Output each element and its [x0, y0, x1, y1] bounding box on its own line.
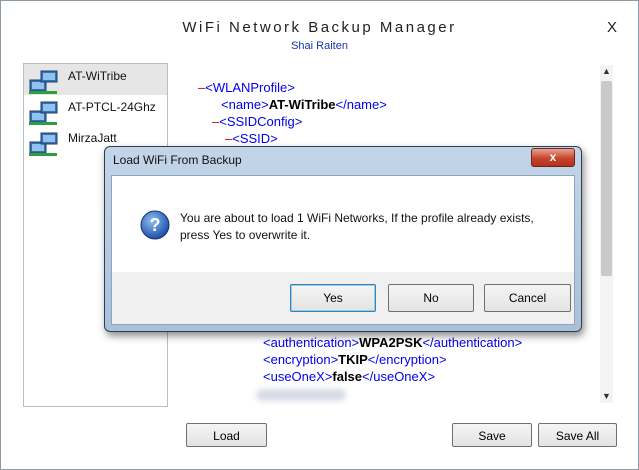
vertical-scrollbar[interactable]: ▲ ▼ [600, 65, 613, 403]
network-label: AT-WiTribe [68, 69, 127, 83]
network-computer-icon [29, 132, 58, 156]
network-item-at-ptcl-24ghz[interactable]: AT-PTCL-24Ghz [24, 95, 167, 126]
network-label: AT-PTCL-24Ghz [68, 100, 156, 114]
xml-tag: <useOneX> [263, 369, 333, 384]
dialog-body: ? You are about to load 1 WiFi Networks,… [111, 175, 575, 325]
dialog-message: You are about to load 1 WiFi Networks, I… [180, 211, 534, 242]
xml-tag: </useOneX> [362, 369, 436, 384]
load-button[interactable]: Load [186, 423, 267, 447]
xml-line: <useOneX>false</useOneX> [263, 369, 435, 384]
xml-tag: <SSIDConfig> [219, 114, 303, 129]
xml-text: TKIP [338, 352, 368, 367]
xml-tag: </authentication> [422, 335, 523, 350]
app-subtitle: Shai Raiten [291, 40, 348, 52]
xml-line: –<SSIDConfig> [212, 114, 302, 129]
scroll-thumb[interactable] [601, 81, 612, 276]
svg-text:?: ? [150, 215, 161, 235]
network-label: MirzaJatt [68, 131, 117, 145]
xml-text: false [332, 369, 363, 384]
xml-line: <authentication>WPA2PSK</authentication> [263, 335, 522, 350]
cancel-button[interactable]: Cancel [484, 284, 571, 312]
save-button[interactable]: Save [452, 423, 532, 447]
xml-tag: <name> [221, 97, 269, 112]
xml-line: <name>AT-WiTribe</name> [221, 97, 387, 112]
app-title: WiFi Network Backup Manager [182, 19, 457, 36]
xml-tag: </name> [335, 97, 387, 112]
save-all-button[interactable]: Save All [538, 423, 617, 447]
close-button[interactable]: X [607, 19, 617, 36]
scroll-down-icon[interactable]: ▼ [600, 390, 613, 403]
xml-tag: <encryption> [263, 352, 339, 367]
partial-line [256, 389, 346, 401]
dialog-message-area: ? You are about to load 1 WiFi Networks,… [112, 176, 574, 272]
question-icon: ? [140, 210, 170, 240]
dialog-title: Load WiFi From Backup [113, 153, 242, 167]
xml-tag: <WLANProfile> [205, 80, 295, 95]
network-computer-icon [29, 70, 58, 94]
xml-line: –<WLANProfile> [198, 80, 295, 95]
xml-text: AT-WiTribe [268, 97, 336, 112]
xml-text: WPA2PSK [359, 335, 423, 350]
xml-line: <encryption>TKIP</encryption> [263, 352, 447, 367]
network-computer-icon [29, 101, 58, 125]
network-item-at-witribe[interactable]: AT-WiTribe [24, 64, 167, 95]
scroll-up-icon[interactable]: ▲ [600, 65, 613, 78]
xml-tag: <SSID> [232, 131, 278, 146]
xml-tag: <authentication> [263, 335, 360, 350]
dialog-close-button[interactable]: x [531, 148, 575, 167]
xml-line: –<SSID> [225, 131, 278, 146]
no-button[interactable]: No [388, 284, 474, 312]
yes-button[interactable]: Yes [290, 284, 376, 312]
xml-tag: </encryption> [367, 352, 447, 367]
load-wifi-dialog: Load WiFi From Backup x ? You are about … [104, 146, 582, 332]
